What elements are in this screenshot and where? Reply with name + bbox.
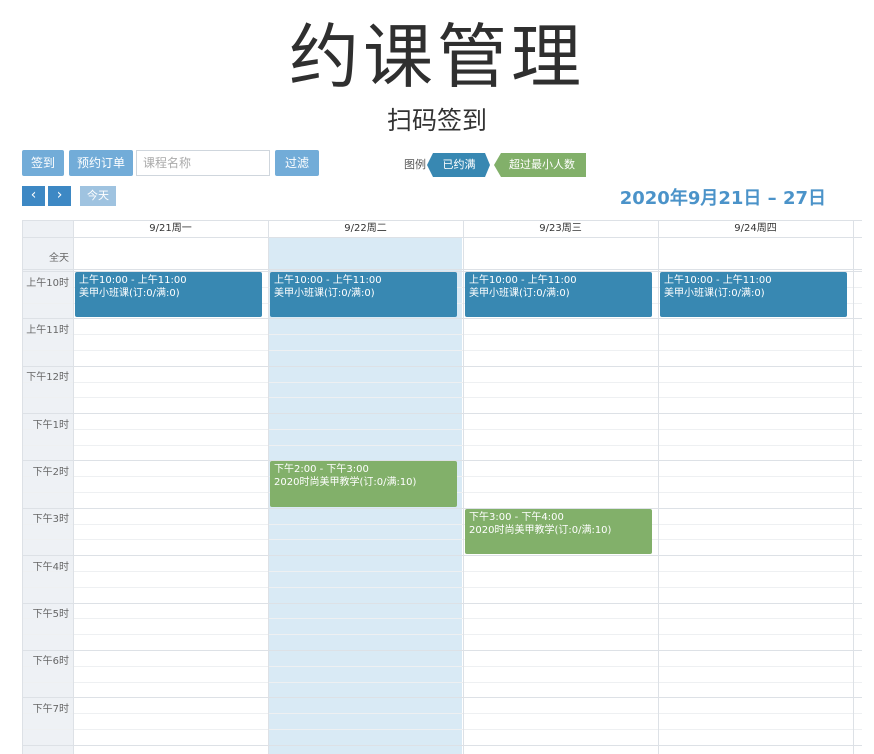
event-title: 美甲小班课(订:0/满:0) [274,288,375,299]
time-label: 上午11时 [26,325,69,336]
event-time: 下午2:00 - 下午3:00 [274,464,369,475]
time-label: 下午4时 [32,562,69,573]
grid-line-minor [22,666,862,667]
event-title: 美甲小班课(订:0/满:0) [469,288,570,299]
prev-week-button[interactable]: ‹ [22,186,45,206]
grid-line [268,220,269,754]
time-label: 下午3时 [32,514,69,525]
time-label: 上午10时 [26,278,69,289]
event-time: 上午10:00 - 上午11:00 [274,275,382,286]
grid-line [22,413,862,414]
legend-tag-full: 已约满 [442,158,476,171]
time-gutter [22,220,73,754]
grid-line [22,366,862,367]
next-week-button[interactable]: › [48,186,71,206]
course-name-input[interactable] [136,150,270,176]
time-label: 下午6时 [32,656,69,667]
grid-line [22,697,862,698]
legend-label: 图例 [404,158,426,171]
event-title: 美甲小班课(订:0/满:0) [79,288,180,299]
booking-orders-button[interactable]: 预约订单 [69,150,133,176]
grid-line-minor [22,397,862,398]
grid-line-minor [22,634,862,635]
day-header-tue: 9/22周二 [344,223,387,234]
event-block[interactable]: 下午2:00 - 下午3:00 2020时尚美甲教学(订:0/满:10) [270,461,457,507]
time-label: 下午12时 [26,372,69,383]
date-range-title: 2020年9月21日 – 27日 [619,188,826,209]
event-time: 上午10:00 - 上午11:00 [469,275,577,286]
grid-line [22,237,862,238]
grid-line [22,269,862,270]
day-header-thu: 9/24周四 [734,223,777,234]
event-title: 美甲小班课(订:0/满:0) [664,288,765,299]
legend-tag-over-minimum: 超过最小人数 [509,158,575,171]
event-time: 下午3:00 - 下午4:00 [469,512,564,523]
filter-button[interactable]: 过滤 [275,150,319,176]
grid-line [22,220,862,221]
grid-line-minor [22,682,862,683]
grid-line-minor [22,382,862,383]
event-block[interactable]: 上午10:00 - 上午11:00 美甲小班课(订:0/满:0) [75,272,262,317]
grid-line [22,745,862,746]
grid-line [658,220,659,754]
day-header-wed: 9/23周三 [539,223,582,234]
grid-line-minor [22,429,862,430]
event-title: 2020时尚美甲教学(订:0/满:10) [274,477,417,488]
page-title: 约课管理 [289,16,585,98]
grid-line-minor [22,713,862,714]
week-calendar: 9/21周一 9/22周二 9/23周三 9/24周四 全天 上午10时 上午1… [22,220,862,754]
grid-line-minor [22,571,862,572]
event-block[interactable]: 下午3:00 - 下午4:00 2020时尚美甲教学(订:0/满:10) [465,509,652,554]
grid-line [22,650,862,651]
grid-line-minor [22,618,862,619]
grid-line [22,603,862,604]
chevron-right-icon: › [56,187,63,203]
event-block[interactable]: 上午10:00 - 上午11:00 美甲小班课(订:0/满:0) [270,272,457,317]
grid-line-minor [22,729,862,730]
event-time: 上午10:00 - 上午11:00 [664,275,772,286]
grid-line-minor [22,334,862,335]
event-block[interactable]: 上午10:00 - 上午11:00 美甲小班课(订:0/满:0) [465,272,652,317]
grid-line [22,508,862,509]
event-block[interactable]: 上午10:00 - 上午11:00 美甲小班课(订:0/满:0) [660,272,847,317]
grid-line [463,220,464,754]
grid-line [22,318,862,319]
day-header-mon: 9/21周一 [149,223,192,234]
grid-line-minor [22,524,862,525]
time-label: 下午1时 [32,420,69,431]
time-label: 下午2时 [32,467,69,478]
grid-line [853,220,854,754]
grid-line [22,555,862,556]
event-time: 上午10:00 - 上午11:00 [79,275,187,286]
all-day-label: 全天 [49,253,69,264]
grid-line-minor [22,587,862,588]
grid-line [22,220,23,754]
grid-line-minor [22,445,862,446]
today-button[interactable]: 今天 [80,186,116,206]
time-label: 下午7时 [32,704,69,715]
event-title: 2020时尚美甲教学(订:0/满:10) [469,525,612,536]
page-subtitle: 扫码签到 [386,106,487,135]
grid-line-minor [22,350,862,351]
chevron-left-icon: ‹ [30,187,37,203]
time-label: 下午5时 [32,609,69,620]
grid-line [73,220,74,754]
checkin-button[interactable]: 签到 [22,150,64,176]
grid-line-minor [22,539,862,540]
